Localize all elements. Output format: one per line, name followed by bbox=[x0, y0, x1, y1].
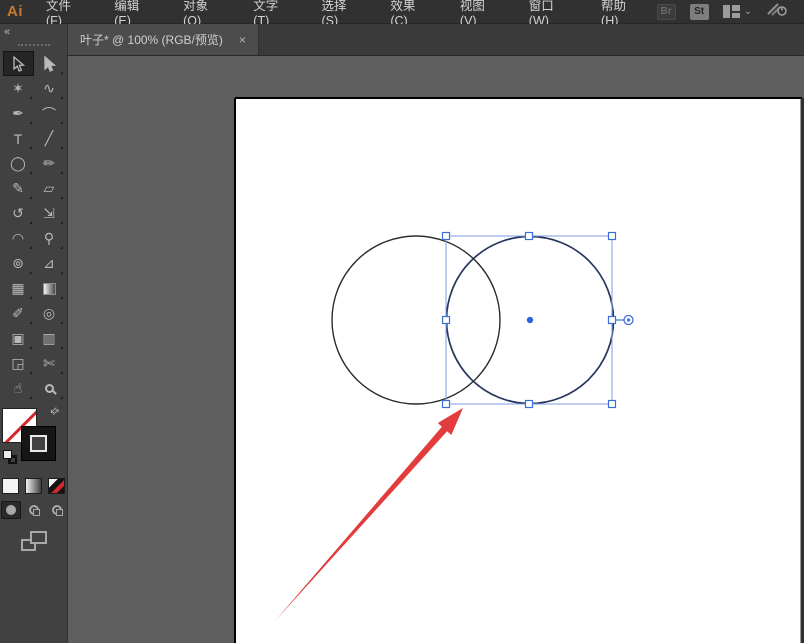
lasso-tool[interactable]: ∿ bbox=[34, 76, 65, 101]
drawing-modes-row bbox=[0, 501, 67, 519]
draw-normal-mode[interactable] bbox=[1, 501, 21, 519]
menu-item-8[interactable]: 帮助(H) bbox=[587, 0, 657, 23]
draw-behind-mode[interactable] bbox=[24, 501, 44, 519]
gradient-tool[interactable] bbox=[34, 276, 65, 301]
zoom-tool[interactable] bbox=[34, 376, 65, 401]
pen-tool[interactable]: ✒ bbox=[3, 101, 34, 126]
swap-fill-stroke-icon[interactable]: ⇆ bbox=[48, 405, 62, 419]
menu-item-7[interactable]: 窗口(W) bbox=[515, 0, 587, 23]
slice-tool[interactable]: ✄ bbox=[34, 351, 65, 376]
none-button[interactable] bbox=[48, 478, 65, 494]
tab-close-icon[interactable]: × bbox=[239, 33, 246, 47]
pencil-tool[interactable]: ✎ bbox=[3, 176, 34, 201]
magic-wand-tool[interactable]: ✶ bbox=[3, 76, 34, 101]
mesh-tool[interactable]: ▦ bbox=[3, 276, 34, 301]
symbol-sprayer-tool[interactable]: ▣ bbox=[3, 326, 34, 351]
sync-status-icon[interactable] bbox=[766, 1, 788, 22]
bridge-button[interactable]: Br bbox=[657, 4, 676, 20]
tools-panel: « ✶∿✒⌒T╱◯✏✎▱↺⇲◠⚲⊚⊿▦✐◎▣▥◲✄☝ ⇆ bbox=[0, 24, 68, 643]
menu-item-3[interactable]: 文字(T) bbox=[239, 0, 307, 23]
hand-tool[interactable]: ☝ bbox=[3, 376, 34, 401]
workspace-layout-icon bbox=[723, 5, 740, 18]
color-buttons-row bbox=[0, 478, 67, 494]
shape-builder-tool[interactable]: ⊚ bbox=[3, 251, 34, 276]
chevron-down-icon: ⌄ bbox=[744, 6, 752, 17]
draw-inside-mode[interactable] bbox=[47, 501, 67, 519]
selection-handle-2[interactable] bbox=[609, 233, 616, 240]
perspective-grid-tool[interactable]: ⊿ bbox=[34, 251, 65, 276]
width-tool[interactable]: ◠ bbox=[3, 226, 34, 251]
color-button[interactable] bbox=[2, 478, 19, 494]
stroke-color-swatch[interactable] bbox=[21, 426, 56, 461]
type-tool[interactable]: T bbox=[3, 126, 34, 151]
artboard[interactable] bbox=[235, 98, 802, 643]
tools-grid: ✶∿✒⌒T╱◯✏✎▱↺⇲◠⚲⊚⊿▦✐◎▣▥◲✄☝ bbox=[0, 51, 67, 401]
menu-item-1[interactable]: 编辑(E) bbox=[100, 0, 169, 23]
curvature-tool[interactable]: ⌒ bbox=[34, 101, 65, 126]
workspace-switcher[interactable]: ⌄ bbox=[723, 5, 752, 18]
app-logo: Ai bbox=[0, 3, 32, 20]
menu-item-6[interactable]: 视图(V) bbox=[446, 0, 515, 23]
menu-bar: Ai 文件(F)编辑(E)对象(O)文字(T)选择(S)效果(C)视图(V)窗口… bbox=[0, 0, 804, 24]
selection-handle-4[interactable] bbox=[609, 317, 616, 324]
line-segment-tool[interactable]: ╱ bbox=[34, 126, 65, 151]
document-tab-bar: 叶子* @ 100% (RGB/预览) × bbox=[68, 24, 804, 56]
rotate-tool[interactable]: ↺ bbox=[3, 201, 34, 226]
paintbrush-tool[interactable]: ✏ bbox=[34, 151, 65, 176]
selection-handle-6[interactable] bbox=[526, 401, 533, 408]
stock-button[interactable]: St bbox=[690, 4, 709, 20]
right-edge-strip bbox=[801, 98, 804, 643]
direct-selection-tool[interactable] bbox=[34, 51, 65, 76]
document-tab-title: 叶子* @ 100% (RGB/预览) bbox=[80, 31, 223, 48]
blend-tool[interactable]: ◎ bbox=[34, 301, 65, 326]
puppet-warp-tool[interactable]: ⚲ bbox=[34, 226, 65, 251]
scale-tool[interactable]: ⇲ bbox=[34, 201, 65, 226]
menu-item-5[interactable]: 效果(C) bbox=[376, 0, 446, 23]
illustrator-window: Ai 文件(F)编辑(E)对象(O)文字(T)选择(S)效果(C)视图(V)窗口… bbox=[0, 0, 804, 643]
selection-handle-5[interactable] bbox=[443, 401, 450, 408]
menu-item-4[interactable]: 选择(S) bbox=[307, 0, 376, 23]
selection-handle-3[interactable] bbox=[443, 317, 450, 324]
selection-handle-7[interactable] bbox=[609, 401, 616, 408]
menu-items: 文件(F)编辑(E)对象(O)文字(T)选择(S)效果(C)视图(V)窗口(W)… bbox=[32, 0, 657, 23]
menubar-right-icons: Br St ⌄ bbox=[657, 1, 804, 22]
column-graph-tool[interactable]: ▥ bbox=[34, 326, 65, 351]
artboard-tool[interactable]: ◲ bbox=[3, 351, 34, 376]
panel-grip[interactable] bbox=[18, 44, 50, 47]
screen-mode-button[interactable] bbox=[21, 531, 47, 551]
eyedropper-tool[interactable]: ✐ bbox=[3, 301, 34, 326]
fill-stroke-widget: ⇆ bbox=[0, 408, 68, 468]
menu-item-0[interactable]: 文件(F) bbox=[32, 0, 100, 23]
selection-handle-0[interactable] bbox=[443, 233, 450, 240]
menu-item-2[interactable]: 对象(O) bbox=[169, 0, 239, 23]
selection-tool[interactable] bbox=[3, 51, 34, 76]
live-shape-widget-dot bbox=[627, 318, 630, 321]
canvas-area[interactable] bbox=[68, 56, 804, 643]
collapse-panel-button[interactable]: « bbox=[0, 24, 67, 38]
ellipse-tool[interactable]: ◯ bbox=[3, 151, 34, 176]
eraser-tool[interactable]: ▱ bbox=[34, 176, 65, 201]
document-tab[interactable]: 叶子* @ 100% (RGB/预览) × bbox=[68, 24, 259, 55]
default-fill-stroke-icon[interactable] bbox=[3, 450, 17, 464]
selection-center-point[interactable] bbox=[527, 317, 533, 323]
gradient-button[interactable] bbox=[25, 478, 42, 494]
selection-handle-1[interactable] bbox=[526, 233, 533, 240]
